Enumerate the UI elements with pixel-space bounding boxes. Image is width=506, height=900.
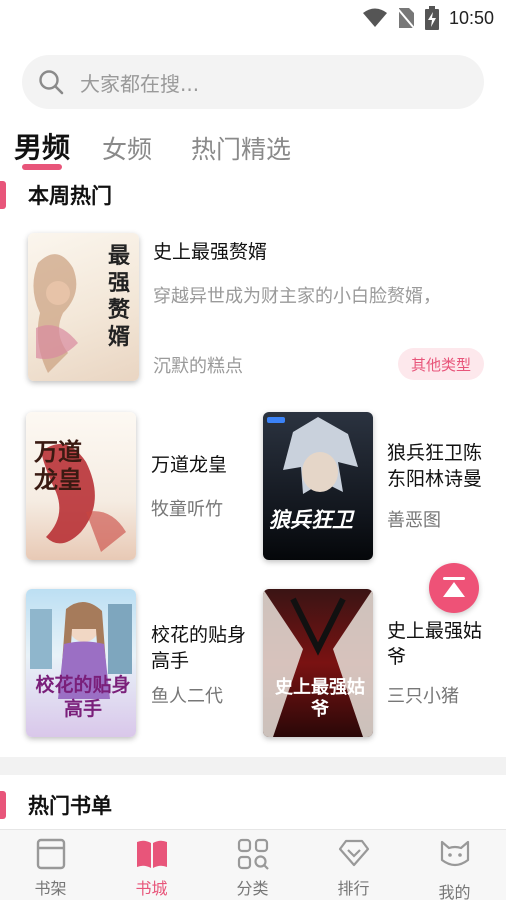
tab-male[interactable]: 男频: [14, 126, 70, 166]
section-divider: [0, 757, 506, 775]
nav-label: 书城: [135, 879, 168, 898]
section-title: 热门书单: [28, 794, 112, 818]
nav-label: 分类: [236, 879, 269, 898]
nav-profile[interactable]: 我的: [404, 830, 505, 900]
nav-label: 书架: [34, 879, 67, 898]
nav-label: 我的: [438, 883, 471, 900]
book-author: 鱼人二代: [151, 686, 223, 707]
cover-title: 最强赘婿: [108, 243, 131, 350]
search-icon: [39, 70, 64, 95]
bottom-nav: 书架 书城 分类 排行 我的: [0, 829, 506, 900]
nav-label: 排行: [337, 879, 370, 898]
section-hot-booklist: 热门书单: [0, 790, 112, 820]
no-sim-icon: [397, 8, 415, 29]
nav-bookshelf[interactable]: 书架: [0, 830, 101, 900]
back-to-top-button[interactable]: [429, 563, 479, 613]
genre-tag: 其他类型: [398, 348, 484, 380]
book-cover[interactable]: 史上最强姑爷: [263, 589, 373, 737]
book-author: 牧童听竹: [151, 499, 223, 520]
cat-face-icon: [440, 840, 469, 867]
search-bar[interactable]: 大家都在搜...: [22, 55, 484, 109]
tab-hot-picks[interactable]: 热门精选: [191, 130, 291, 166]
section-weekly-hot: 本周热门: [0, 180, 112, 210]
section-marker: [0, 791, 6, 819]
book-author: 三只小猪: [387, 686, 459, 707]
book-title[interactable]: 史上最强姑爷: [387, 618, 487, 670]
nav-bookstore[interactable]: 书城: [101, 830, 202, 900]
book-cover[interactable]: 万道龙皇: [26, 412, 136, 560]
active-tab-indicator: [22, 164, 62, 170]
status-bar: 10:50: [0, 0, 506, 34]
section-marker: [0, 181, 6, 209]
battery-charging-icon: [424, 6, 439, 30]
book-author: 沉默的糕点: [153, 356, 243, 377]
nav-category[interactable]: 分类: [202, 830, 303, 900]
book-cover[interactable]: 最强赘婿: [28, 233, 139, 381]
status-time: 10:50: [448, 7, 494, 28]
cover-title: 狼兵狂卫: [269, 507, 353, 532]
book-title[interactable]: 万道龙皇: [151, 452, 247, 478]
book-description: 穿越异世成为财主家的小白脸赘婿，: [153, 286, 441, 307]
nav-ranking[interactable]: 排行: [303, 830, 404, 900]
ranking-diamond-icon: [338, 839, 369, 867]
book-cover[interactable]: 校花的贴身高手: [26, 589, 136, 737]
cover-title: 万道龙皇: [34, 437, 82, 494]
book-author: 善恶图: [387, 510, 441, 531]
wifi-icon: [362, 8, 387, 27]
section-title: 本周热门: [28, 184, 112, 208]
book-title[interactable]: 校花的贴身高手: [151, 622, 251, 674]
category-grid-icon: [237, 838, 269, 870]
open-book-icon: [136, 840, 167, 868]
book-cover[interactable]: 狼兵狂卫: [263, 412, 373, 560]
book-title[interactable]: 史上最强赘婿: [153, 237, 267, 264]
cover-title: 史上最强姑爷: [275, 677, 365, 720]
cover-title: 校花的贴身高手: [35, 674, 131, 720]
bookshelf-icon: [36, 838, 65, 870]
tab-female[interactable]: 女频: [102, 130, 152, 166]
search-placeholder[interactable]: 大家都在搜...: [80, 68, 199, 97]
arrow-up-to-top-icon: [443, 577, 465, 597]
book-title[interactable]: 狼兵狂卫陈东阳林诗曼: [387, 440, 487, 492]
